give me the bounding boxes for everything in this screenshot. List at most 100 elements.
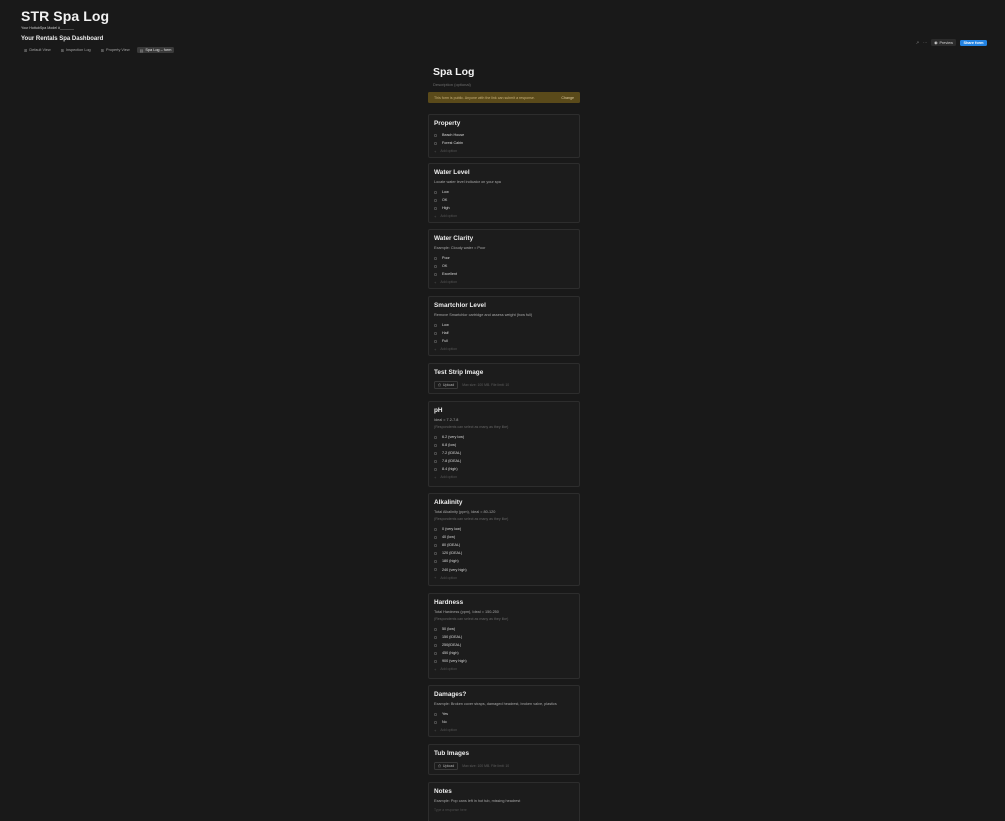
question-card[interactable]: Water Clarity Example: Cloudy water = Poo…	[428, 229, 580, 289]
checkbox-icon[interactable]	[434, 133, 437, 137]
checkbox-icon[interactable]	[434, 651, 437, 655]
checkbox-icon[interactable]	[434, 559, 437, 563]
checkbox-icon[interactable]	[434, 331, 437, 335]
question-description[interactable]: Total Hardness (ppm), Ideal = 150-250	[434, 610, 574, 614]
option-item[interactable]: 40 (low)	[434, 533, 574, 541]
checkbox-icon[interactable]	[434, 467, 437, 471]
add-option-button[interactable]: + Add option	[434, 726, 574, 734]
link-icon[interactable]: ↗	[916, 40, 919, 45]
checkbox-icon[interactable]	[434, 451, 437, 455]
question-card[interactable]: Hardness Total Hardness (ppm), Ideal = 15…	[428, 593, 580, 679]
tab-property-view[interactable]: ⊞ Property View	[98, 47, 133, 53]
option-item[interactable]: Full	[434, 337, 574, 345]
question-description[interactable]: Example: Pop cans left in hot tub, missi…	[434, 799, 574, 803]
checkbox-icon[interactable]	[434, 198, 437, 202]
question-title[interactable]: Smartchlor Level	[434, 302, 574, 309]
option-item[interactable]: Poor	[434, 254, 574, 262]
option-item[interactable]: 8.4 (high)	[434, 465, 574, 473]
option-item[interactable]: 7.2 (IDEAL)	[434, 449, 574, 457]
form-description[interactable]: Description (optional)	[433, 82, 580, 87]
checkbox-icon[interactable]	[434, 568, 437, 572]
checkbox-icon[interactable]	[434, 264, 437, 268]
question-card[interactable]: Water Level Locate water level indicator …	[428, 163, 580, 223]
checkbox-icon[interactable]	[434, 712, 437, 716]
tab-spa-log-form[interactable]: ▤ Spa Log – form	[136, 47, 175, 53]
checkbox-icon[interactable]	[434, 551, 437, 555]
question-title[interactable]: pH	[434, 407, 574, 414]
checkbox-icon[interactable]	[434, 535, 437, 539]
question-card[interactable]: pH Ideal = 7.2-7.8 (Respondents can select…	[428, 401, 580, 487]
add-option-button[interactable]: + Add option	[434, 665, 574, 673]
option-item[interactable]: 150 (IDEAL)	[434, 633, 574, 641]
preview-button[interactable]: ◉ Preview	[931, 39, 956, 47]
option-item[interactable]: Excellent	[434, 270, 574, 278]
option-item[interactable]: 6.2 (very low)	[434, 433, 574, 441]
option-item[interactable]: No	[434, 718, 574, 726]
question-title[interactable]: Hardness	[434, 599, 574, 606]
option-item[interactable]: 80 (IDEAL)	[434, 541, 574, 549]
question-title[interactable]: Test Strip Image	[434, 369, 574, 376]
question-description[interactable]: Remove Smartchlor cartridge and assess w…	[434, 313, 574, 317]
option-item[interactable]: 450 (high)	[434, 649, 574, 657]
checkbox-icon[interactable]	[434, 459, 437, 463]
question-title[interactable]: Alkalinity	[434, 499, 574, 506]
option-item[interactable]: 50 (low)	[434, 625, 574, 633]
question-title[interactable]: Water Clarity	[434, 235, 574, 242]
option-item[interactable]: OK	[434, 196, 574, 204]
question-card[interactable]: Tub Images ⎙ Upload Max size: 100 MB. File …	[428, 744, 580, 775]
question-description[interactable]: Total Alkalinity (ppm), Ideal = 80-120	[434, 510, 574, 514]
option-item[interactable]: 180 (high)	[434, 557, 574, 565]
checkbox-icon[interactable]	[434, 527, 437, 531]
tab-default-view[interactable]: ⊞ Default View	[21, 47, 54, 53]
form-title[interactable]: Spa Log	[433, 66, 580, 78]
question-card[interactable]: Damages? Example: Broken cover straps, da…	[428, 685, 580, 737]
more-icon[interactable]: ⋯	[923, 40, 927, 45]
option-item[interactable]: 0 (very low)	[434, 525, 574, 533]
option-item[interactable]: 250(IDEAL)	[434, 641, 574, 649]
option-item[interactable]: OK	[434, 262, 574, 270]
question-description[interactable]: Locate water level indicator on your spa	[434, 180, 574, 184]
checkbox-icon[interactable]	[434, 627, 437, 631]
question-description[interactable]: Example: Cloudy water = Poor	[434, 246, 574, 250]
add-option-button[interactable]: + Add option	[434, 278, 574, 286]
checkbox-icon[interactable]	[434, 272, 437, 276]
upload-button[interactable]: ⎙ Upload	[434, 381, 459, 390]
upload-button[interactable]: ⎙ Upload	[434, 762, 459, 771]
checkbox-icon[interactable]	[434, 256, 437, 260]
checkbox-icon[interactable]	[434, 190, 437, 194]
checkbox-icon[interactable]	[434, 543, 437, 547]
option-item[interactable]: Forest Cabin	[434, 139, 574, 147]
add-option-button[interactable]: + Add option	[434, 147, 574, 155]
question-description[interactable]: Example: Broken cover straps, damaged he…	[434, 702, 574, 706]
option-item[interactable]: 120 (IDEAL)	[434, 549, 574, 557]
checkbox-icon[interactable]	[434, 659, 437, 663]
option-item[interactable]: Low	[434, 321, 574, 329]
checkbox-icon[interactable]	[434, 435, 437, 439]
checkbox-icon[interactable]	[434, 720, 437, 724]
option-item[interactable]: 6.8 (low)	[434, 441, 574, 449]
option-item[interactable]: Half	[434, 329, 574, 337]
question-title[interactable]: Notes	[434, 788, 574, 795]
question-title[interactable]: Tub Images	[434, 750, 574, 757]
question-card[interactable]: Alkalinity Total Alkalinity (ppm), Ideal …	[428, 493, 580, 586]
response-input[interactable]: Type a response here	[434, 808, 574, 815]
question-title[interactable]: Water Level	[434, 169, 574, 176]
add-option-button[interactable]: + Add option	[434, 574, 574, 582]
option-item[interactable]: Low	[434, 188, 574, 196]
checkbox-icon[interactable]	[434, 443, 437, 447]
question-card[interactable]: Test Strip Image ⎙ Upload Max size: 100 MB.…	[428, 363, 580, 394]
checkbox-icon[interactable]	[434, 141, 437, 145]
banner-change-link[interactable]: Change	[561, 96, 574, 100]
question-card[interactable]: Property Beach House Forest Cabin + Add opti…	[428, 114, 580, 158]
checkbox-icon[interactable]	[434, 635, 437, 639]
question-card[interactable]: Smartchlor Level Remove Smartchlor cartri…	[428, 296, 580, 356]
option-item[interactable]: 7.8 (IDEAL)	[434, 457, 574, 465]
option-item[interactable]: High	[434, 204, 574, 212]
add-option-button[interactable]: + Add option	[434, 345, 574, 353]
checkbox-icon[interactable]	[434, 206, 437, 210]
question-card[interactable]: Notes Example: Pop cans left in hot tub, …	[428, 782, 580, 821]
add-option-button[interactable]: + Add option	[434, 212, 574, 220]
option-item[interactable]: Beach House	[434, 131, 574, 139]
option-item[interactable]: Yes	[434, 710, 574, 718]
question-title[interactable]: Property	[434, 120, 574, 127]
